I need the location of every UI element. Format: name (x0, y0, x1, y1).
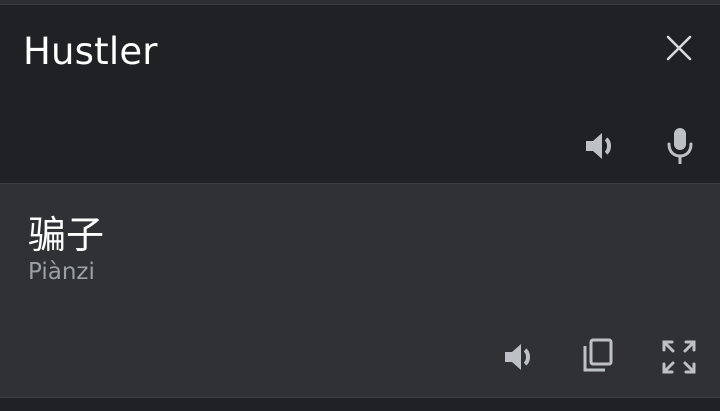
copy-icon (583, 338, 613, 372)
result-listen-button[interactable] (497, 335, 541, 379)
volume-icon (586, 133, 611, 159)
fullscreen-button[interactable] (657, 335, 701, 379)
romanization-text: Piànzi (28, 259, 95, 285)
top-divider (0, 0, 720, 5)
clear-button[interactable] (657, 26, 701, 70)
volume-icon (505, 344, 530, 370)
source-listen-button[interactable] (578, 124, 622, 168)
mic-button[interactable] (658, 122, 702, 170)
mic-icon (667, 128, 693, 164)
bottom-divider (0, 397, 720, 411)
fullscreen-icon (662, 340, 696, 374)
copy-button[interactable] (576, 334, 620, 378)
result-card: 骗子 Piànzi (0, 183, 720, 397)
source-text[interactable]: Hustler (23, 30, 158, 73)
source-panel: Hustler (0, 6, 720, 183)
translated-text[interactable]: 骗子 (28, 204, 104, 259)
close-icon (666, 35, 692, 61)
translate-screen: Hustler 骗子 Piànzi (0, 0, 720, 411)
